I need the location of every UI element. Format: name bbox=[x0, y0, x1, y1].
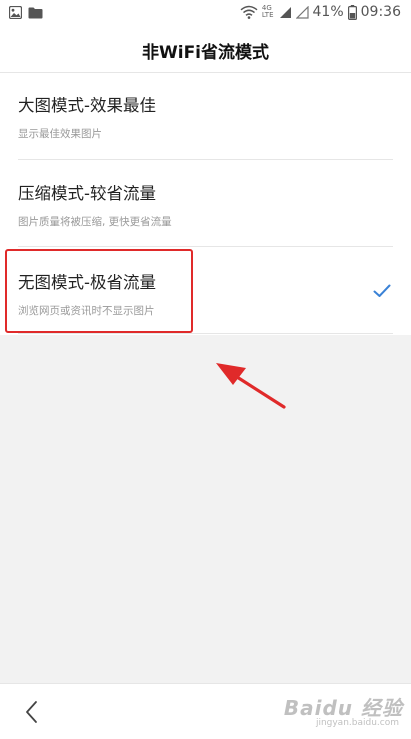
annotation-arrow-icon bbox=[216, 363, 286, 409]
wifi-icon bbox=[240, 5, 258, 19]
network-type: 4G LTE bbox=[262, 5, 274, 19]
signal-icon-1 bbox=[279, 6, 291, 18]
option-description: 图片质量将被压缩, 更快更省流量 bbox=[18, 216, 172, 228]
bottom-navigation-bar bbox=[0, 683, 411, 739]
status-left-icons bbox=[9, 6, 43, 19]
divider bbox=[18, 333, 393, 334]
page-header: 非WiFi省流模式 bbox=[0, 28, 411, 73]
option-no-image[interactable]: 无图模式-极省流量 浏览网页或资讯时不显示图片 bbox=[0, 247, 411, 334]
option-title: 压缩模式-较省流量 bbox=[18, 184, 156, 203]
network-type-bottom: LTE bbox=[261, 11, 274, 19]
image-notification-icon bbox=[9, 6, 22, 19]
checkmark-icon bbox=[373, 284, 391, 297]
page-title: 非WiFi省流模式 bbox=[141, 42, 270, 63]
option-large-image[interactable]: 大图模式-效果最佳 显示最佳效果图片 bbox=[0, 73, 411, 160]
status-right-icons: 4G LTE 41% 09:36 bbox=[240, 4, 401, 20]
option-description: 浏览网页或资讯时不显示图片 bbox=[18, 305, 155, 317]
option-compressed[interactable]: 压缩模式-较省流量 图片质量将被压缩, 更快更省流量 bbox=[0, 160, 411, 247]
folder-notification-icon bbox=[28, 7, 43, 18]
option-description: 显示最佳效果图片 bbox=[18, 128, 102, 140]
status-bar: 4G LTE 41% 09:36 bbox=[0, 0, 411, 28]
battery-icon bbox=[347, 4, 357, 20]
battery-percent: 41% bbox=[312, 4, 344, 20]
back-chevron-icon[interactable] bbox=[14, 694, 50, 730]
option-title: 大图模式-效果最佳 bbox=[18, 96, 156, 115]
mode-options-list: 大图模式-效果最佳 显示最佳效果图片 压缩模式-较省流量 图片质量将被压缩, 更… bbox=[0, 73, 411, 335]
option-title: 无图模式-极省流量 bbox=[18, 273, 156, 292]
signal-icon-2 bbox=[295, 5, 309, 19]
clock: 09:36 bbox=[360, 4, 401, 20]
